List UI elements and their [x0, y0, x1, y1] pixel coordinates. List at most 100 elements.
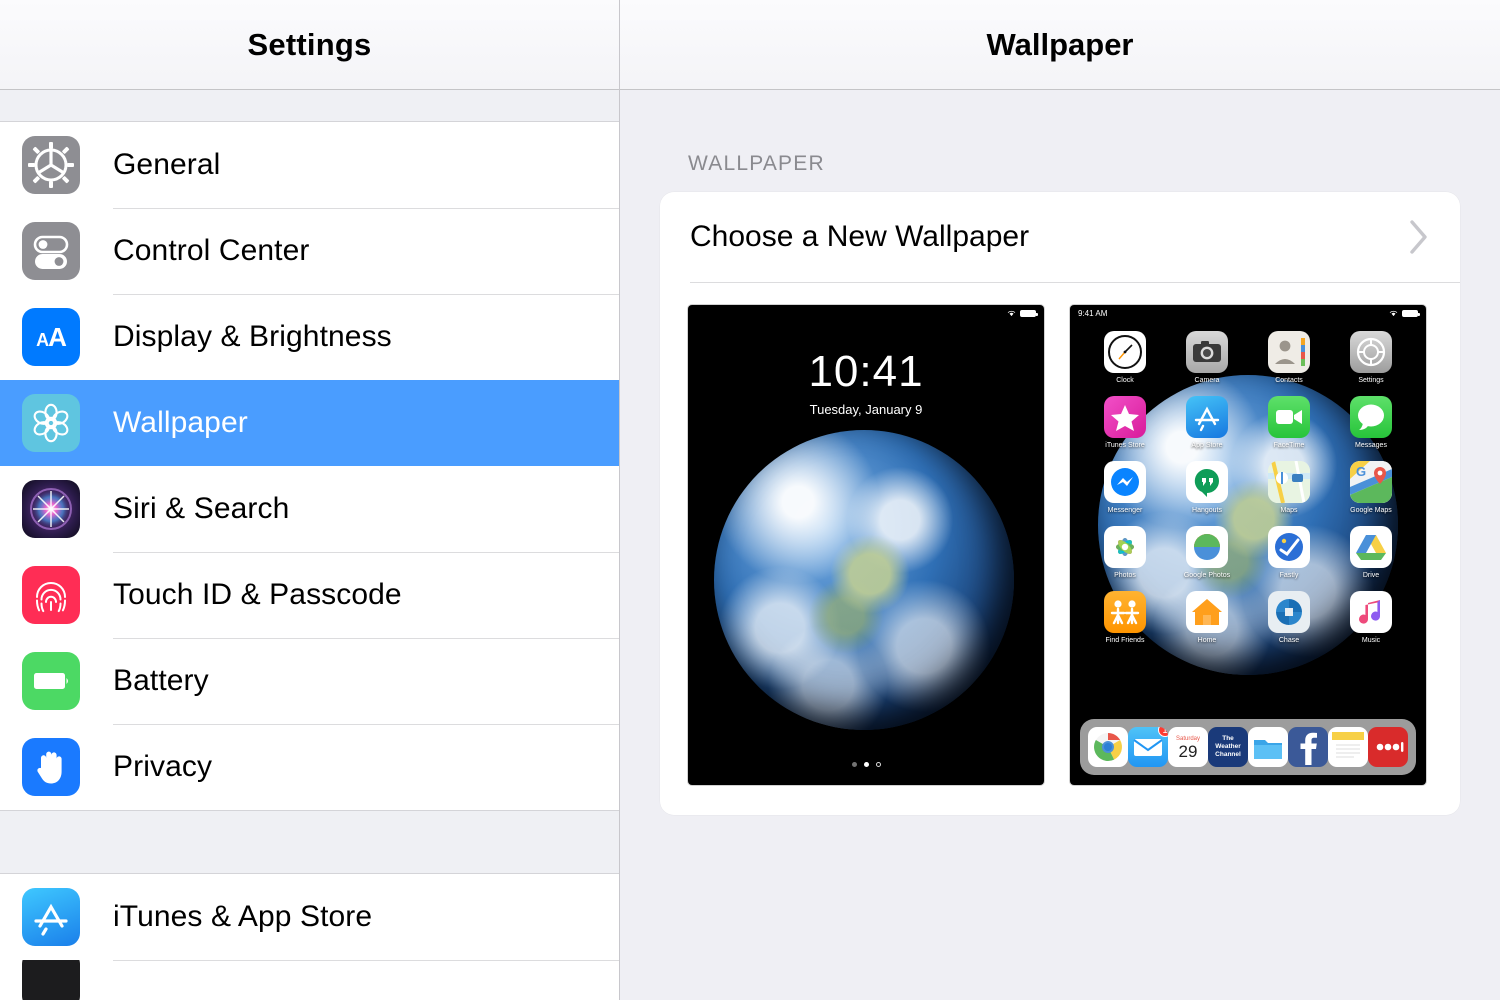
lock-screen-preview[interactable]: 10:41 Tuesday, January 9 — [688, 305, 1044, 785]
calendar-icon[interactable]: Saturday 29 — [1168, 727, 1208, 767]
sidebar-item-touch-id-passcode[interactable]: Touch ID & Passcode — [0, 552, 619, 638]
lock-screen-date: Tuesday, January 9 — [809, 402, 923, 417]
app-item[interactable]: Messenger — [1084, 461, 1166, 514]
password-dots-icon[interactable] — [1368, 727, 1408, 767]
chase-icon — [1268, 591, 1310, 633]
weather-channel-icon[interactable]: The Weather Channel — [1208, 727, 1248, 767]
app-item[interactable]: G Google Maps — [1330, 461, 1412, 514]
sidebar-group-2: iTunes & App Store — [0, 874, 619, 1000]
settings-sidebar: Settings General Control Center AA Displ… — [0, 0, 620, 1000]
detail-body: WALLPAPER Choose a New Wallpaper 10:41 T… — [620, 90, 1500, 1000]
aa-glyph: AA — [36, 321, 67, 352]
facetime-camera-icon — [1268, 396, 1310, 438]
sidebar-item-wallpaper[interactable]: Wallpaper — [0, 380, 619, 466]
app-label: Fastly — [1279, 572, 1299, 579]
app-item[interactable]: Photos — [1084, 526, 1166, 579]
sidebar-item-label: Display & Brightness — [113, 320, 392, 353]
app-label: Maps — [1280, 507, 1298, 514]
app-item[interactable]: Clock — [1084, 331, 1166, 384]
wifi-icon — [1389, 310, 1398, 316]
home-status-bar: 9:41 AM — [1070, 305, 1426, 321]
sidebar-group-1: General Control Center AA Display & Brig… — [0, 122, 619, 810]
app-item[interactable]: App Store — [1166, 396, 1248, 449]
music-note-icon — [1350, 591, 1392, 633]
app-item[interactable]: Camera — [1166, 331, 1248, 384]
mail-envelope-icon[interactable]: 1 — [1128, 727, 1168, 767]
messages-bubble-icon — [1350, 396, 1392, 438]
fingerprint-icon — [22, 566, 80, 624]
notes-icon[interactable] — [1328, 727, 1368, 767]
messenger-icon — [1104, 461, 1146, 503]
sidebar-item-privacy[interactable]: Privacy — [0, 724, 619, 810]
app-label: Google Maps — [1350, 507, 1392, 514]
sidebar-item-battery[interactable]: Battery — [0, 638, 619, 724]
wallpaper-previews: 10:41 Tuesday, January 9 9:41 AM Clock C… — [660, 283, 1460, 815]
app-label: Hangouts — [1192, 507, 1222, 514]
app-item[interactable]: Settings — [1330, 331, 1412, 384]
sidebar-item-partial[interactable] — [0, 960, 619, 1000]
page-title: Wallpaper — [986, 26, 1134, 62]
wifi-icon — [1007, 310, 1016, 316]
app-store-icon — [22, 888, 80, 946]
app-label: Photos — [1114, 572, 1136, 579]
choose-new-wallpaper-row[interactable]: Choose a New Wallpaper — [660, 192, 1460, 282]
sidebar-item-label: Wallpaper — [113, 406, 248, 439]
app-item[interactable]: Hangouts — [1166, 461, 1248, 514]
aa-text-icon: AA — [22, 308, 80, 366]
weather-line-2: Weather — [1215, 743, 1241, 750]
sidebar-item-general[interactable]: General — [0, 122, 619, 208]
clock-icon — [1104, 331, 1146, 373]
files-folder-icon[interactable] — [1248, 727, 1288, 767]
apple-maps-icon — [1268, 461, 1310, 503]
app-item[interactable]: Fastly — [1248, 526, 1330, 579]
app-item[interactable]: Home — [1166, 591, 1248, 644]
itunes-star-icon — [1104, 396, 1146, 438]
sidebar-item-label: Battery — [113, 664, 209, 697]
app-item[interactable]: Find Friends — [1084, 591, 1166, 644]
app-item[interactable]: Drive — [1330, 526, 1412, 579]
home-house-icon — [1186, 591, 1228, 633]
flower-icon — [22, 394, 80, 452]
app-label: Home — [1197, 637, 1217, 644]
facebook-icon[interactable] — [1288, 727, 1328, 767]
app-item[interactable]: Music — [1330, 591, 1412, 644]
lock-screen-time: 10:41 — [808, 347, 924, 396]
app-label: Camera — [1194, 377, 1220, 384]
photos-pinwheel-icon — [1104, 526, 1146, 568]
app-label: Drive — [1362, 572, 1380, 579]
google-drive-icon — [1350, 526, 1392, 568]
section-header-wallpaper: WALLPAPER — [688, 152, 825, 175]
app-label: Messenger — [1107, 507, 1143, 514]
battery-status-icon — [1020, 309, 1038, 317]
app-item[interactable]: Google Photos — [1166, 526, 1248, 579]
sidebar-item-label: Privacy — [113, 750, 213, 783]
app-item[interactable]: Contacts — [1248, 331, 1330, 384]
page-dot — [851, 762, 857, 767]
app-item[interactable]: Messages — [1330, 396, 1412, 449]
siri-orb-icon — [22, 480, 80, 538]
sidebar-item-display-brightness[interactable]: AA Display & Brightness — [0, 294, 619, 380]
sidebar-item-label: Siri & Search — [113, 492, 290, 525]
google-maps-icon: G — [1350, 461, 1392, 503]
gear-icon — [22, 136, 80, 194]
find-friends-icon — [1104, 591, 1146, 633]
sidebar-item-label: General — [113, 148, 221, 181]
app-item[interactable]: FaceTime — [1248, 396, 1330, 449]
app-label: Messages — [1355, 442, 1387, 449]
page-dot-active — [863, 762, 869, 767]
app-item[interactable]: Chase — [1248, 591, 1330, 644]
hand-icon — [22, 738, 80, 796]
wallpaper-detail-pane: Wallpaper WALLPAPER Choose a New Wallpap… — [620, 0, 1500, 1000]
settings-gear-icon — [1350, 331, 1392, 373]
hangouts-icon — [1186, 461, 1228, 503]
detail-header: Wallpaper — [620, 0, 1500, 90]
sidebar-item-siri-search[interactable]: Siri & Search — [0, 466, 619, 552]
sidebar-item-control-center[interactable]: Control Center — [0, 208, 619, 294]
battery-icon — [22, 652, 80, 710]
home-screen-preview[interactable]: 9:41 AM Clock Camera Contacts Settings i… — [1070, 305, 1426, 785]
app-label: FaceTime — [1273, 442, 1305, 449]
app-item[interactable]: iTunes Store — [1084, 396, 1166, 449]
sidebar-item-itunes-app-store[interactable]: iTunes & App Store — [0, 874, 619, 960]
chrome-icon[interactable] — [1088, 727, 1128, 767]
app-item[interactable]: Maps — [1248, 461, 1330, 514]
